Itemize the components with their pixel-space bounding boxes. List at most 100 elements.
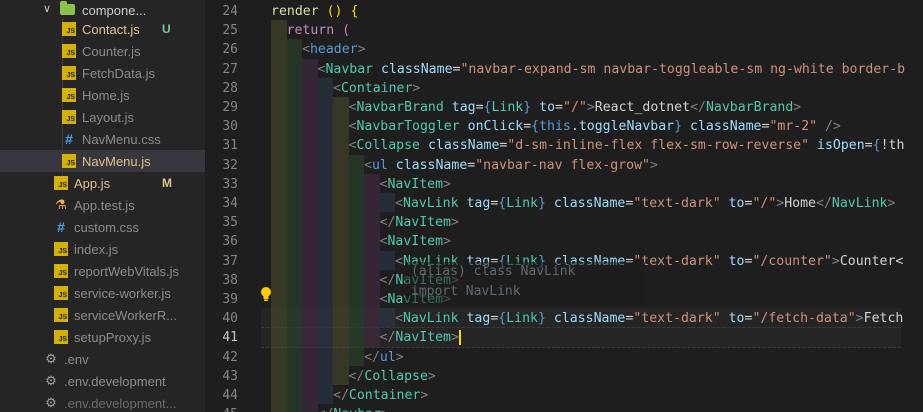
indent-guide (364, 193, 380, 213)
file-item[interactable]: JS setupProxy.js (0, 326, 205, 348)
indent-guide (333, 116, 349, 136)
js-icon: JS (54, 330, 68, 344)
indent-guide (302, 97, 318, 117)
file-name: .env (64, 352, 89, 367)
file-item[interactable]: JS index.js (0, 238, 205, 260)
file-item[interactable]: JS serviceWorkerR... (0, 304, 205, 326)
indent-guide (317, 327, 333, 347)
indent-guide (333, 269, 349, 289)
env-icon: ⚙ (45, 373, 57, 388)
file-item[interactable]: JS Layout.js (0, 106, 205, 128)
file-item[interactable]: JS Contact.js U (0, 18, 205, 40)
indent-guide (302, 193, 318, 213)
js-icon: JS (62, 66, 76, 80)
indent-guide (317, 385, 333, 405)
file-name: setupProxy.js (74, 330, 152, 345)
file-name: Layout.js (82, 110, 135, 125)
file-item[interactable]: ⚙ .env (0, 348, 205, 370)
indent-guide (286, 231, 302, 251)
file-item[interactable]: JS FetchData.js (0, 62, 205, 84)
indent-guide (271, 346, 287, 366)
js-icon: JS (54, 242, 68, 256)
indent-guide (317, 308, 333, 328)
indent-guide (333, 231, 349, 251)
file-item[interactable]: JS App.js M (0, 172, 205, 194)
file-name: service-worker.js (74, 286, 171, 301)
file-item[interactable]: ⚙ .env.development... (0, 392, 205, 412)
file-name: reportWebVitals.js (74, 264, 180, 279)
indent-guide (286, 365, 302, 385)
indent-guide (333, 289, 349, 309)
indent-guide (271, 385, 287, 405)
file-item[interactable]: JS Home.js (0, 84, 205, 106)
code-line[interactable]: <NavLink tag={Link} className="text-dark… (395, 308, 903, 330)
indent-guide (302, 173, 318, 193)
indent-guide (317, 154, 333, 174)
indent-guide (364, 308, 380, 328)
indent-guide (302, 289, 318, 309)
indent-guide (333, 173, 349, 193)
indent-guide (302, 365, 318, 385)
indent-guide (302, 116, 318, 136)
indent-guide (271, 116, 287, 136)
indent-guide (271, 97, 287, 117)
indent-guide (317, 116, 333, 136)
file-item[interactable]: JS NavMenu.js (0, 150, 205, 172)
indent-guide (364, 269, 380, 289)
indent-guide (348, 346, 364, 366)
indent-guide (364, 250, 380, 270)
env-icon: ⚙ (45, 395, 57, 410)
file-item[interactable]: JS service-worker.js (0, 282, 205, 304)
indent-guide (364, 212, 380, 232)
indent-guide (348, 154, 364, 174)
explorer-panel: ∨ compone... JS Contact.js U JS Counter.js JS… (0, 0, 205, 412)
code-editor[interactable]: 24 25 26 27 28 29 30 31 32 33 34 35 36 37 38 39 40 41 42 43… (205, 0, 923, 412)
flask-icon: ⚗ (55, 197, 67, 212)
indent-guide (302, 269, 318, 289)
indent-guide (271, 231, 287, 251)
file-item[interactable]: ⚗ App.test.js (0, 194, 205, 216)
file-name: .env.development (64, 374, 166, 389)
indent-guide (286, 97, 302, 117)
code-line[interactable]: <NavLink tag={Link} className="text-dark… (395, 193, 895, 215)
file-name: App.js (74, 176, 111, 191)
code-line[interactable]: </Navbar> (318, 404, 389, 412)
file-item[interactable]: JS Counter.js (0, 40, 205, 62)
indent-guide (271, 365, 287, 385)
indent-guide (271, 269, 287, 289)
chevron-down-icon: ∨ (43, 3, 52, 15)
indent-guide (286, 77, 302, 97)
file-name: FetchData.js (82, 66, 155, 81)
indent-guide (333, 154, 349, 174)
file-item[interactable]: # NavMenu.css (0, 128, 205, 150)
indent-guide (271, 327, 287, 347)
indent-guide (302, 58, 318, 78)
indent-guide (348, 212, 364, 232)
indent-guide (302, 135, 318, 155)
file-name: index.js (74, 242, 119, 257)
indent-guide (271, 250, 287, 270)
indent-guide (271, 77, 287, 97)
indent-guide (302, 385, 318, 405)
indent-guide (271, 154, 287, 174)
indent-guide (348, 250, 364, 270)
indent-guide (379, 193, 395, 213)
indent-guide (271, 308, 287, 328)
line-number: 45 (205, 404, 238, 412)
indent-guide (286, 135, 302, 155)
indent-guide (271, 58, 287, 78)
file-item[interactable]: # custom.css (0, 216, 205, 238)
indent-guide (364, 289, 380, 309)
indent-guide (302, 327, 318, 347)
indent-guide (302, 308, 318, 328)
file-item[interactable]: ⚙ .env.development (0, 370, 205, 392)
indent-guide (302, 346, 318, 366)
css-icon: # (65, 131, 73, 147)
file-item[interactable]: JS reportWebVitals.js (0, 260, 205, 282)
indent-guide (333, 193, 349, 213)
indent-guide (379, 308, 395, 328)
indent-guide (302, 231, 318, 251)
indent-guide (302, 77, 318, 97)
indent-guide (333, 97, 349, 117)
file-name: Counter.js (82, 44, 141, 59)
